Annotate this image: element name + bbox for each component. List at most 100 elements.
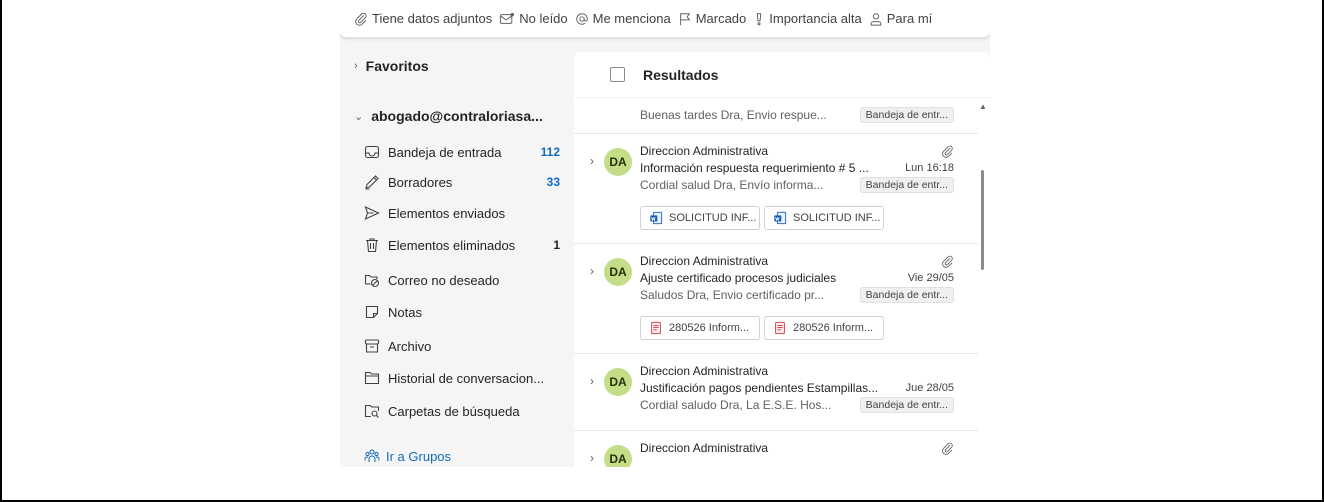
pdf-icon [775, 321, 785, 335]
sidebar-item-junk[interactable]: Correo no deseado [364, 268, 560, 292]
select-all-checkbox[interactable] [610, 67, 625, 82]
list-header: Resultados [574, 52, 990, 98]
sidebar-item-drafts[interactable]: Borradores 33 [364, 170, 560, 194]
sidebar-item-notes[interactable]: Notas [364, 300, 560, 324]
message-subject-line: Información respuesta requerimiento # 5 … [640, 160, 954, 176]
importance-icon [756, 12, 762, 25]
folder-tag: Bandeja de entr... [859, 397, 954, 413]
draft-count: 33 [546, 175, 560, 189]
folder-tag: Bandeja de entr... [859, 107, 954, 123]
favorites-label: Favoritos [365, 58, 429, 74]
filter-mentions-me[interactable]: Me menciona [575, 11, 671, 26]
message-list: Resultados ▲ Buenas tardes Dra, Envio re… [574, 52, 990, 467]
message-sender: Direccion Administrativa [640, 441, 769, 455]
scroll-up-arrow-icon[interactable]: ▲ [979, 102, 987, 111]
pdf-icon [651, 321, 661, 335]
filter-label: Importancia alta [769, 11, 862, 26]
avatar: DA [604, 445, 632, 467]
folder-pane: › Favoritos ⌄ abogado@contraloriasa... B… [340, 52, 570, 467]
notes-icon [365, 305, 379, 319]
attachment-card[interactable]: 280526 Inform... [764, 316, 884, 340]
message-preview: Saludos Dra, Envio certificado pr... [640, 288, 825, 302]
expand-conversation-icon[interactable]: › [590, 374, 594, 388]
search-folder-icon [364, 404, 380, 418]
paperclip-icon [942, 442, 953, 455]
filter-label: Tiene datos adjuntos [372, 11, 493, 26]
message-item-partial[interactable]: Buenas tardes Dra, Envio respue... Bande… [574, 98, 978, 134]
filter-has-attachments[interactable]: Tiene datos adjuntos [354, 11, 492, 26]
message-sender-line: Direccion Administrativa [640, 253, 954, 269]
avatar: DA [604, 148, 632, 176]
sidebar-item-label: Notas [388, 304, 422, 320]
chevron-down-icon: ⌄ [354, 110, 364, 123]
go-to-groups-link[interactable]: Ir a Grupos [364, 448, 451, 464]
message-item[interactable]: › DA Direccion Administrativa Justificac… [574, 354, 978, 431]
inbox-icon [364, 145, 380, 159]
expand-conversation-icon[interactable]: › [590, 154, 594, 168]
unread-mail-icon [500, 12, 515, 24]
folder-tag: Bandeja de entr... [859, 177, 954, 193]
attachment-row: SOLICITUD INF... SOLICITUD INF... [640, 206, 888, 230]
sidebar-item-sent[interactable]: Elementos enviados [364, 201, 560, 225]
scroll-thumb[interactable] [981, 170, 984, 270]
message-preview-line: Cordial saludo Dra, La E.S.E. Hos... Ban… [640, 397, 954, 413]
message-item[interactable]: › DA Direccion Administrativa Informació… [574, 134, 978, 244]
filter-bar: Tiene datos adjuntos No leído Me mencion… [340, 0, 990, 38]
paperclip-icon [942, 145, 953, 158]
sidebar-item-label: Archivo [388, 338, 432, 354]
unread-count: 112 [540, 145, 560, 159]
word-doc-icon [650, 211, 663, 225]
sidebar-item-label: Borradores [388, 174, 453, 190]
message-preview-line: Buenas tardes Dra, Envio respue... Bande… [640, 107, 954, 123]
filter-label: Me menciona [592, 11, 671, 26]
results-title: Resultados [643, 66, 719, 83]
paperclip-icon [355, 12, 367, 26]
sidebar-item-deleted[interactable]: Elementos eliminados 1 [364, 233, 560, 257]
message-item[interactable]: › DA Direccion Administrativa [574, 431, 978, 467]
outlook-app: Tiene datos adjuntos No leído Me mencion… [340, 0, 990, 467]
filter-unread[interactable]: No leído [499, 11, 568, 26]
message-preview-line: Cordial salud Dra, Envío informa... Band… [640, 177, 954, 193]
message-preview: Buenas tardes Dra, Envio respue... [640, 108, 827, 122]
message-sender-line: Direccion Administrativa [640, 440, 954, 456]
attachment-name: 280526 Inform... [793, 322, 874, 334]
favorites-header[interactable]: › Favoritos [354, 58, 429, 74]
attachment-card[interactable]: 280526 Inform... [640, 316, 760, 340]
sidebar-item-search-folders[interactable]: Carpetas de búsqueda [364, 399, 560, 423]
message-sender-line: Direccion Administrativa [640, 363, 954, 379]
avatar: DA [604, 258, 632, 286]
message-preview-line: Saludos Dra, Envio certificado pr... Ban… [640, 287, 954, 303]
message-date: Lun 16:18 [905, 162, 954, 174]
attachment-name: SOLICITUD INF... [793, 212, 881, 224]
account-header[interactable]: ⌄ abogado@contraloriasa... [354, 108, 543, 124]
flag-icon [679, 12, 690, 25]
folder-tag: Bandeja de entr... [859, 287, 954, 303]
sidebar-item-conversation-history[interactable]: Historial de conversacion... [364, 366, 560, 390]
message-subject: Información respuesta requerimiento # 5 … [640, 161, 869, 175]
account-label: abogado@contraloriasa... [371, 108, 543, 124]
sidebar-item-label: Bandeja de entrada [388, 144, 502, 160]
message-list-scrollbar[interactable]: ▲ [978, 98, 988, 467]
message-preview: Cordial saludo Dra, La E.S.E. Hos... [640, 398, 832, 412]
message-item[interactable]: › DA Direccion Administrativa Ajuste cer… [574, 244, 978, 354]
filter-to-me[interactable]: Para mí [869, 11, 932, 26]
history-folder-icon [364, 371, 380, 385]
message-sender: Direccion Administrativa [640, 254, 769, 268]
attachment-card[interactable]: SOLICITUD INF... [640, 206, 760, 230]
expand-conversation-icon[interactable]: › [590, 264, 594, 278]
message-subject: Justificación pagos pendientes Estampill… [640, 381, 879, 395]
expand-conversation-icon[interactable]: › [590, 451, 594, 465]
attachment-name: 280526 Inform... [669, 322, 750, 334]
at-sign-icon [575, 12, 588, 25]
message-sender: Direccion Administrativa [640, 364, 769, 378]
attachment-card[interactable]: SOLICITUD INF... [764, 206, 884, 230]
filter-flagged[interactable]: Marcado [678, 11, 746, 26]
trash-icon [366, 238, 378, 253]
filter-high-importance[interactable]: Importancia alta [753, 11, 862, 26]
message-preview: Cordial salud Dra, Envío informa... [640, 178, 824, 192]
sidebar-item-archive[interactable]: Archivo [364, 334, 560, 358]
person-icon [870, 12, 882, 26]
sidebar-item-inbox[interactable]: Bandeja de entrada 112 [364, 140, 560, 164]
sidebar-item-label: Elementos enviados [388, 205, 506, 221]
attachment-row: 280526 Inform... 280526 Inform... [640, 316, 888, 340]
